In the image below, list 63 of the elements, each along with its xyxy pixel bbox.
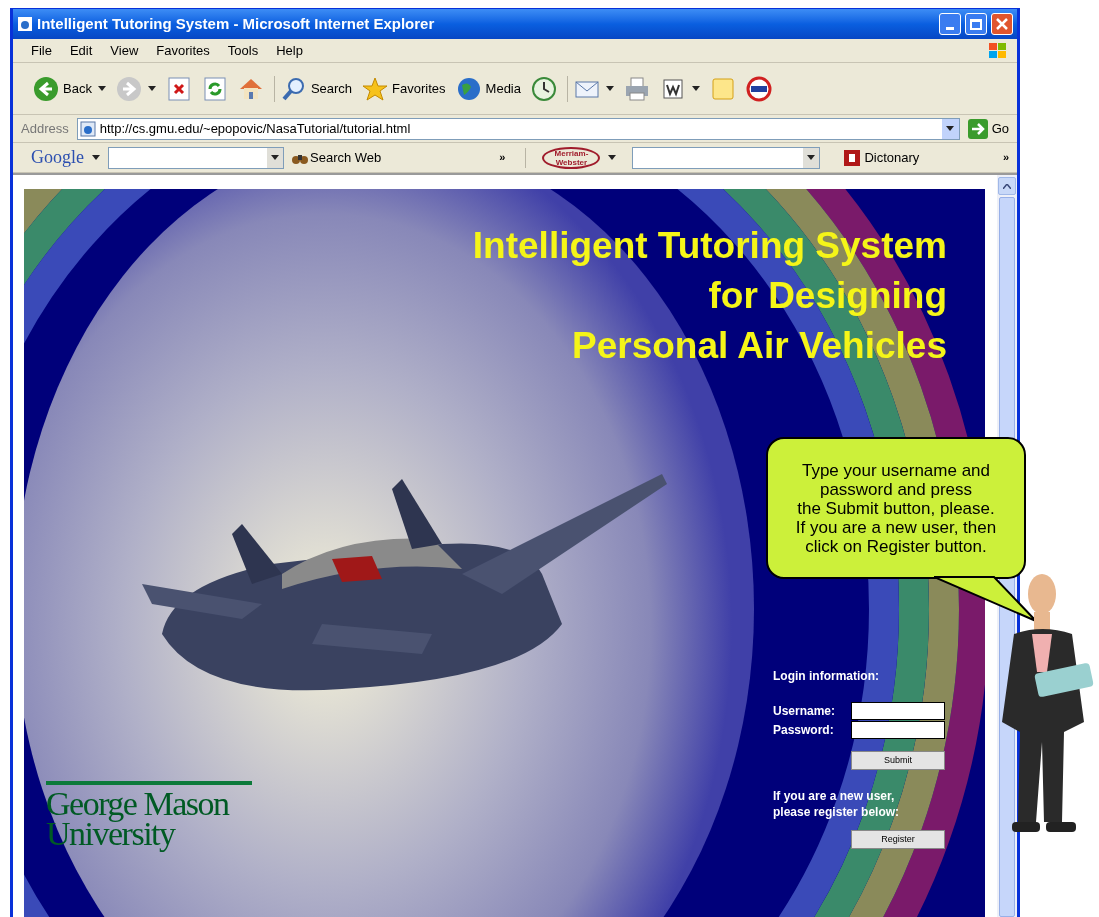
chevron[interactable]: »: [1002, 149, 1009, 166]
go-button[interactable]: Go: [967, 118, 1009, 139]
globe-icon: [455, 75, 482, 102]
maximize-button[interactable]: [965, 13, 987, 35]
close-icon: [996, 18, 1008, 30]
dictionary-button[interactable]: Dictonary: [844, 147, 920, 168]
register-prompt: If you are a new user, please register below:: [773, 788, 901, 820]
print-toolbar-button[interactable]: [624, 75, 650, 102]
window-title: Intelligent Tutoring System - Microsoft Internet Explorer: [37, 13, 436, 34]
merriam-webster-logo[interactable]: Merriam-Webster: [542, 146, 601, 169]
windows-flag-icon: [987, 40, 1009, 61]
printer-icon: [624, 75, 650, 102]
google-logo[interactable]: Google: [31, 144, 84, 171]
dropdown-caret-icon[interactable]: [147, 86, 156, 91]
dictionary-search-field[interactable]: [632, 146, 821, 169]
text-input-field[interactable]: [851, 720, 945, 739]
dropdown-caret-icon[interactable]: [271, 155, 279, 160]
dropdown-caret-icon[interactable]: [606, 86, 614, 91]
refresh-toolbar-button[interactable]: [201, 75, 228, 102]
menu-item[interactable]: Tools: [227, 40, 259, 61]
address-field[interactable]: http://cs.gmu.edu/~epopovic/NasaTutorial/tutorial.html: [76, 117, 960, 140]
address-label: Address: [21, 119, 69, 138]
dropdown-caret-icon[interactable]: [92, 155, 100, 160]
search-icon: [280, 75, 307, 102]
dropdown-caret-icon[interactable]: [97, 86, 106, 91]
chevron[interactable]: »: [499, 149, 506, 166]
field-label: Password:: [773, 721, 834, 739]
browser-page-icon: [17, 16, 33, 32]
text-input-field[interactable]: [851, 701, 945, 720]
register-button[interactable]: Register: [851, 830, 945, 849]
media-toolbar-button[interactable]: Media: [455, 75, 521, 102]
menu-item[interactable]: File: [31, 40, 52, 61]
submit-button[interactable]: Submit: [851, 751, 945, 770]
refresh-icon: [201, 75, 228, 102]
page-icon: [79, 120, 96, 137]
favorites-toolbar-button[interactable]: Favorites: [362, 75, 446, 102]
stop-icon: [165, 75, 192, 102]
menu-item[interactable]: Favorites: [156, 40, 210, 61]
book-icon: [844, 149, 861, 166]
back-toolbar-button[interactable]: Back: [33, 75, 92, 102]
close-button[interactable]: [991, 13, 1013, 35]
badge-toolbar-button[interactable]: [746, 75, 772, 102]
login-heading: Login information:: [773, 668, 880, 685]
dropdown-caret-icon[interactable]: [946, 126, 955, 131]
url-text: http://cs.gmu.edu/~epopovic/NasaTutorial/tutorial.html: [99, 119, 412, 138]
search-web-button[interactable]: Search Web: [292, 147, 382, 168]
note-icon: [710, 75, 736, 102]
dropdown-caret-icon[interactable]: [692, 86, 700, 91]
clock-icon: [531, 75, 557, 102]
history-toolbar-button[interactable]: [531, 75, 557, 102]
scroll-up-button[interactable]: [998, 177, 1016, 195]
star-icon: [362, 75, 389, 102]
stop-toolbar-button[interactable]: [165, 75, 192, 102]
menu-item[interactable]: Help: [276, 40, 303, 61]
dropdown-caret-icon[interactable]: [608, 155, 617, 160]
google-search-field[interactable]: [108, 146, 284, 169]
field-label: Username:: [773, 702, 836, 720]
search-toolbar-button[interactable]: Search: [280, 75, 353, 102]
dropdown-caret-icon[interactable]: [807, 155, 816, 160]
minimize-button[interactable]: [939, 13, 961, 35]
menu-item[interactable]: Edit: [69, 40, 93, 61]
menu-item[interactable]: View: [110, 40, 139, 61]
round-badge-icon: [746, 75, 772, 102]
